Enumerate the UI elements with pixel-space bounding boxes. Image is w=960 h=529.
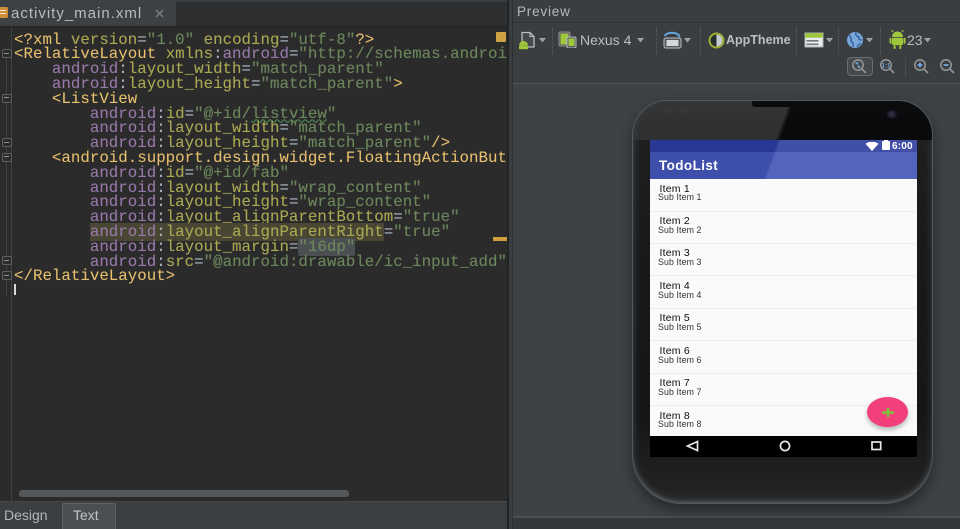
svg-text:1:1: 1:1: [882, 64, 891, 70]
